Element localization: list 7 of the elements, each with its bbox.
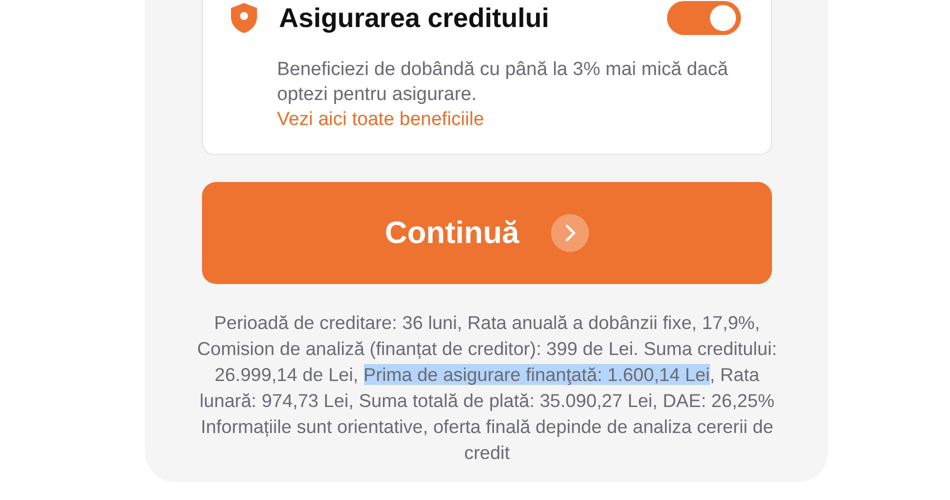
- benefits-link[interactable]: Vezi aici toate beneficiile: [277, 107, 484, 132]
- chevron-right-icon: [551, 214, 590, 252]
- disclaimer-text: Perioadă de creditare: 36 luni, Rata anuală a dobânzii fixe, 17,9%, Comision de analiză (finanțat de creditor): 399 de Lei. Suma creditului: 26.999,14 de Lei, Prima de asigurare finanţată: 1.600,14 Lei, Rata lunară: 974,73 Lei, Suma totală de plată: 35.090,27 Lei, DAE: 26,25% Informațiile sunt orientative, oferta finală depinde de analiza cererii de credit: [196, 311, 778, 465]
- continue-button[interactable]: Continuă: [202, 182, 772, 284]
- description-text: Beneficiezi de dobândă cu până la 3% mai mică dacă optezi pentru asigurare.: [277, 58, 730, 107]
- toggle-switch[interactable]: [667, 1, 741, 35]
- card-title: Asigurarea creditului: [279, 2, 550, 34]
